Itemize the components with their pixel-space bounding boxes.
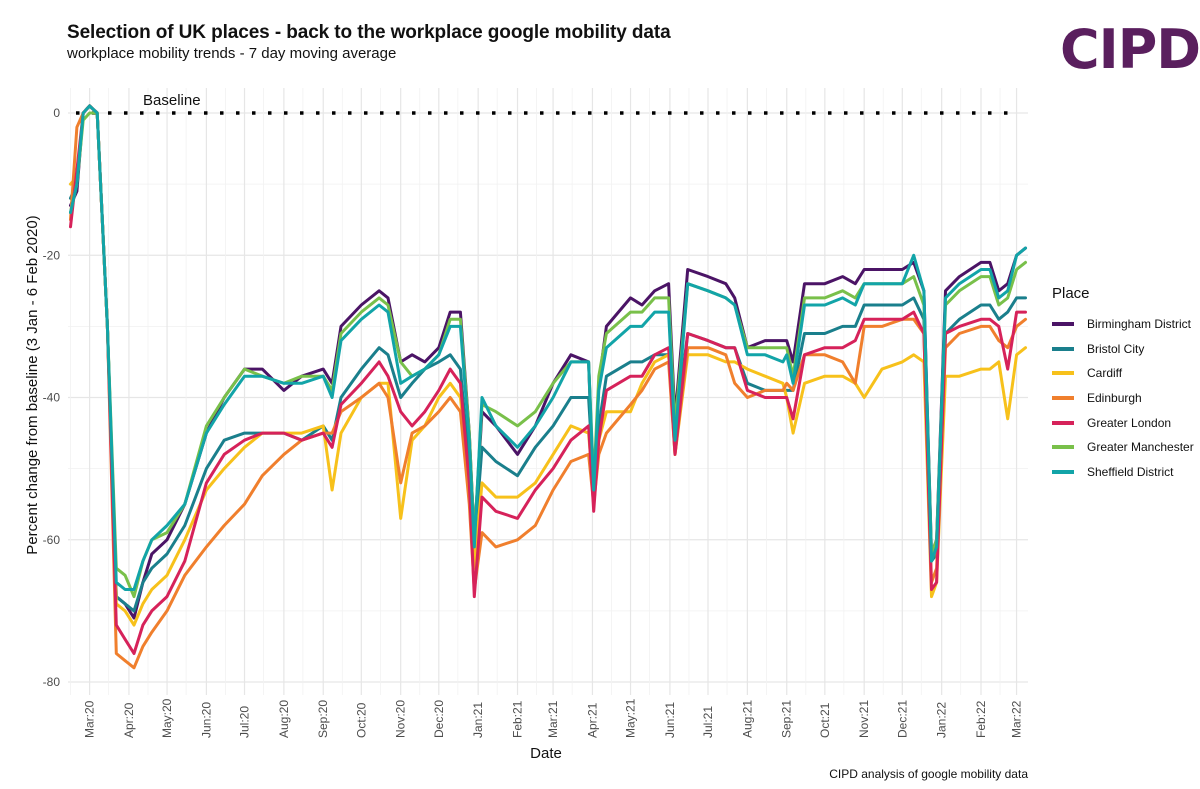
legend-item: Greater London [1052, 410, 1194, 435]
series-line-birmingham-district [69, 104, 1027, 620]
x-tick-label: Feb:22 [974, 700, 988, 738]
x-tick-label: May:21 [624, 698, 638, 738]
x-tick-label: Jun:21 [663, 702, 677, 738]
legend-swatch [1052, 469, 1074, 474]
legend-swatch [1052, 420, 1074, 425]
series-lines [69, 104, 1027, 670]
x-tick-label: Oct:20 [354, 702, 368, 738]
legend-label: Cardiff [1087, 366, 1123, 381]
series-line-edinburgh [69, 104, 1027, 670]
legend-item: Edinburgh [1052, 386, 1194, 411]
legend-item: Bristol City [1052, 337, 1194, 362]
x-tick-label: Jul:21 [701, 706, 715, 738]
legend-item: Greater Manchester [1052, 435, 1194, 460]
line-chart: Baseline 0 -20 -40 -60 -80 Mar:20 Apr:20 May:2… [24, 88, 1028, 762]
x-tick-label: Jun:20 [199, 702, 213, 738]
series-line-greater-london [69, 104, 1027, 655]
y-tick-label: -40 [43, 391, 61, 405]
x-tick-label: Apr:21 [585, 702, 599, 738]
series-line-greater-manchester [69, 111, 1027, 599]
x-axis-ticks: Mar:20 Apr:20 May:20 Jun:20 Jul:20 Aug:20 Sep:… [83, 698, 1024, 738]
y-tick-label: 0 [53, 106, 60, 120]
legend-swatch [1052, 346, 1074, 351]
y-tick-label: -20 [43, 248, 61, 262]
y-axis-ticks: 0 -20 -40 -60 -80 [43, 106, 61, 689]
legend-swatch [1052, 322, 1074, 327]
legend-item: Cardiff [1052, 361, 1194, 386]
legend-label: Sheffield District [1087, 464, 1174, 479]
x-tick-label: Nov:21 [857, 700, 871, 738]
legend-title: Place [1052, 285, 1090, 302]
legend-label: Edinburgh [1087, 391, 1142, 406]
legend-swatch [1052, 371, 1074, 376]
legend-item: Sheffield District [1052, 460, 1194, 485]
series-line-sheffield-district [69, 104, 1027, 591]
series-line-bristol-city [69, 104, 1027, 613]
x-tick-label: Apr:20 [122, 702, 136, 738]
x-tick-label: May:20 [160, 698, 174, 738]
x-tick-label: Jan:22 [935, 702, 949, 738]
x-tick-label: Sep:20 [316, 700, 330, 738]
x-axis-label: Date [530, 745, 562, 762]
y-tick-label: -80 [43, 675, 61, 689]
legend-label: Bristol City [1087, 341, 1145, 356]
x-tick-label: Aug:20 [277, 700, 291, 738]
x-tick-label: Oct:21 [818, 702, 832, 738]
legend-item: Birmingham District [1052, 312, 1194, 337]
baseline: Baseline [76, 92, 1020, 115]
legend-swatch [1052, 445, 1074, 450]
x-tick-label: Jan:21 [471, 702, 485, 738]
y-tick-label: -60 [43, 533, 61, 547]
x-tick-label: Dec:21 [895, 700, 909, 738]
x-tick-label: Mar:22 [1010, 700, 1024, 738]
baseline-label: Baseline [143, 92, 201, 109]
x-tick-label: Dec:20 [432, 700, 446, 738]
x-tick-label: Nov:20 [394, 700, 408, 738]
x-tick-label: Mar:21 [546, 700, 560, 738]
legend-label: Greater London [1087, 415, 1172, 430]
x-tick-label: Aug:21 [740, 700, 754, 738]
legend-swatch [1052, 396, 1074, 401]
x-tick-label: Mar:20 [83, 700, 97, 738]
x-tick-label: Feb:21 [511, 700, 525, 738]
legend-label: Greater Manchester [1087, 440, 1194, 455]
x-tick-label: Jul:20 [238, 706, 252, 738]
legend: Place Birmingham District Bristol City Car… [1052, 285, 1194, 484]
x-tick-label: Sep:21 [780, 700, 794, 738]
legend-label: Birmingham District [1087, 317, 1192, 332]
caption: CIPD analysis of google mobility data [829, 767, 1028, 781]
y-axis-label: Percent change from baseline (3 Jan - 6 … [24, 215, 41, 554]
